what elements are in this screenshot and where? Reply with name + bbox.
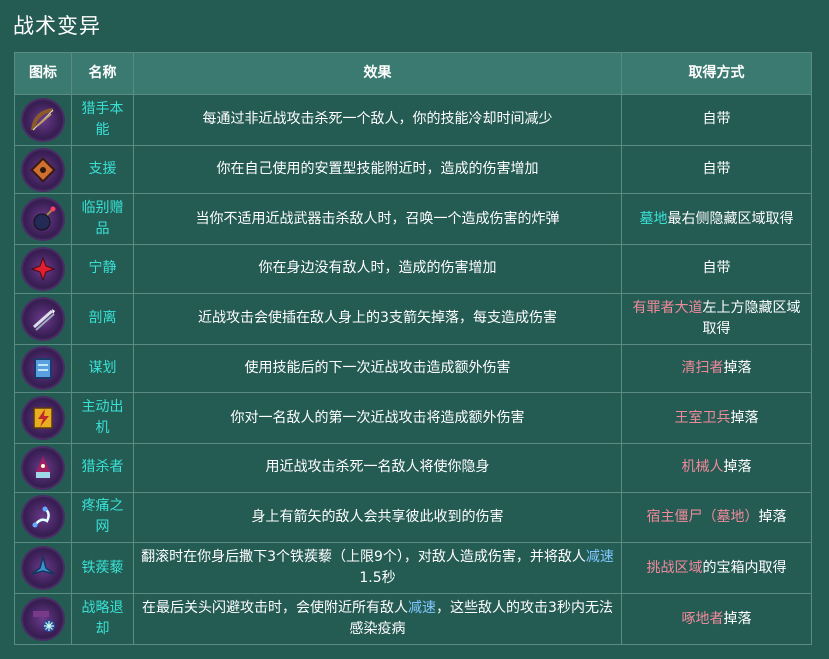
- mutation-effect: 每通过非近战攻击杀死一个敌人，你的技能冷却时间减少: [133, 94, 622, 146]
- mutation-source: 自带: [621, 144, 812, 195]
- table-row: 主动出机 你对一名敌人的第一次近战攻击将造成额外伤害 王室卫兵掉落: [14, 392, 812, 444]
- table-row: 宁静 你在身边没有敌人时，造成的伤害增加 自带: [14, 244, 812, 294]
- source-text: 的宝箱内取得: [702, 559, 787, 576]
- mutation-name[interactable]: 支援: [71, 144, 134, 195]
- table-row: 支援 你在自己使用的安置型技能附近时，造成的伤害增加 自带: [14, 144, 812, 195]
- mutation-name[interactable]: 临别赠品: [71, 193, 134, 246]
- table-header-row: 图标 名称 效果 取得方式: [14, 52, 812, 95]
- mutation-source: 自带: [621, 94, 812, 146]
- mutation-source: 有罪者大道左上方隐藏区域取得: [621, 292, 812, 345]
- source-text: 最右侧隐藏区域取得: [667, 210, 794, 227]
- icon-cell: [14, 244, 72, 294]
- mutation-name[interactable]: 谋划: [71, 343, 134, 394]
- keyword-link[interactable]: 减速: [586, 549, 614, 565]
- mutation-effect: 当你不适用近战武器击杀敌人时，召唤一个造成伤害的炸弹: [133, 193, 622, 246]
- icon-cell: [14, 193, 72, 246]
- mutation-effect: 你在自己使用的安置型技能附近时，造成的伤害增加: [133, 144, 622, 195]
- mutation-source: 墓地最右侧隐藏区域取得: [621, 193, 812, 246]
- mutation-name[interactable]: 剖离: [71, 292, 134, 345]
- header-effect: 效果: [133, 52, 622, 95]
- icon-cell: [14, 343, 72, 394]
- table-row: 临别赠品 当你不适用近战武器击杀敌人时，召唤一个造成伤害的炸弹 墓地最右侧隐藏区域取…: [14, 193, 812, 246]
- mutation-name[interactable]: 猎杀者: [71, 442, 134, 493]
- mutation-name[interactable]: 疼痛之网: [71, 491, 134, 544]
- mutation-source: 啄地者掉落: [621, 593, 812, 645]
- source-link[interactable]: 墓地: [640, 211, 668, 227]
- stalker-icon: [23, 447, 63, 488]
- source-text: 掉落: [723, 610, 752, 627]
- support-icon: [23, 149, 63, 190]
- table-row: 战略退却 在最后关头闪避攻击时，会使附近所有敌人减速，这些敌人的攻击3秒内无法感染…: [14, 593, 812, 645]
- page-title: 战术变异: [13, 14, 101, 38]
- table-row: 铁蒺藜 翻滚时在你身后撒下3个铁蒺藜（上限9个），对敌人造成伤害，并将敌人减速 1.…: [14, 542, 812, 595]
- mutation-name[interactable]: 宁静: [71, 244, 134, 294]
- keyword-link[interactable]: 减速: [408, 600, 436, 616]
- mutation-source: 清扫者掉落: [621, 343, 812, 394]
- mutation-effect: 你在身边没有敌人时，造成的伤害增加: [133, 244, 622, 294]
- source-link[interactable]: 挑战区域: [647, 560, 703, 576]
- mutation-source: 挑战区域的宝箱内取得: [621, 542, 812, 595]
- arrows-icon: [23, 298, 63, 339]
- mutation-effect: 近战攻击会使插在敌人身上的3支箭矢掉落，每支造成伤害: [133, 292, 622, 345]
- mutation-name[interactable]: 铁蒺藜: [71, 542, 134, 595]
- icon-cell: [14, 442, 72, 493]
- icon-cell: [14, 94, 72, 146]
- mutation-effect: 身上有箭矢的敌人会共享彼此收到的伤害: [133, 491, 622, 544]
- header-name: 名称: [71, 52, 134, 95]
- source-text: 自带: [702, 111, 731, 128]
- mutation-effect: 用近战攻击杀死一名敌人将使你隐身: [133, 442, 622, 493]
- mutation-effect: 使用技能后的下一次近战攻击造成额外伤害: [133, 343, 622, 394]
- table-row: 猎杀者 用近战攻击杀死一名敌人将使你隐身 机械人掉落: [14, 442, 812, 493]
- mutation-source: 自带: [621, 244, 812, 294]
- mutation-source: 宿主僵尸（墓地）掉落: [621, 491, 812, 544]
- table-row: 谋划 使用技能后的下一次近战攻击造成额外伤害 清扫者掉落: [14, 343, 812, 394]
- icon-cell: [14, 144, 72, 195]
- source-link[interactable]: 机械人: [682, 459, 724, 475]
- effect-text: 1.5秒: [359, 570, 396, 587]
- retreat-icon: [23, 599, 63, 640]
- lightning-icon: [23, 398, 63, 439]
- icon-cell: [14, 292, 72, 345]
- source-text: 掉落: [723, 459, 752, 476]
- source-text: 掉落: [730, 409, 759, 426]
- source-text: 掉落: [758, 508, 787, 525]
- source-text: 掉落: [723, 359, 752, 376]
- header-icon: 图标: [14, 52, 72, 95]
- mutation-effect: 在最后关头闪避攻击时，会使附近所有敌人减速，这些敌人的攻击3秒内无法感染疫病: [133, 593, 622, 645]
- header-source: 取得方式: [621, 52, 812, 95]
- mutation-name[interactable]: 猎手本能: [71, 94, 134, 146]
- icon-cell: [14, 491, 72, 544]
- mutation-name[interactable]: 主动出机: [71, 392, 134, 444]
- source-text: 左上方隐藏区域取得: [702, 299, 801, 337]
- source-text: 自带: [702, 260, 731, 277]
- bomb-icon: [23, 199, 63, 240]
- web-icon: [23, 497, 63, 538]
- source-link[interactable]: 有罪者大道: [633, 300, 703, 316]
- serenity-icon: [23, 248, 63, 289]
- mutation-name[interactable]: 战略退却: [71, 593, 134, 645]
- icon-cell: [14, 392, 72, 444]
- source-text: 自带: [702, 161, 731, 178]
- source-link[interactable]: 清扫者: [682, 360, 724, 376]
- mutation-source: 王室卫兵掉落: [621, 392, 812, 444]
- scheme-icon: [23, 348, 63, 389]
- mutations-table: 图标 名称 效果 取得方式 猎手本能 每通过非近战攻击杀死一个敌人，你的技能冷却时…: [14, 52, 812, 645]
- icon-cell: [14, 593, 72, 645]
- mutation-effect: 翻滚时在你身后撒下3个铁蒺藜（上限9个），对敌人造成伤害，并将敌人减速 1.5秒: [133, 542, 622, 595]
- table-row: 剖离 近战攻击会使插在敌人身上的3支箭矢掉落，每支造成伤害 有罪者大道左上方隐藏区域…: [14, 292, 812, 345]
- bow-icon: [23, 99, 63, 140]
- mutation-effect: 你对一名敌人的第一次近战攻击将造成额外伤害: [133, 392, 622, 444]
- caltrops-icon: [23, 548, 63, 589]
- source-link[interactable]: 啄地者: [682, 611, 724, 627]
- source-link[interactable]: 王室卫兵: [675, 410, 731, 426]
- source-link[interactable]: 宿主僵尸（墓地）: [647, 509, 759, 525]
- mutation-source: 机械人掉落: [621, 442, 812, 493]
- effect-text: 翻滚时在你身后撒下3个铁蒺藜（上限9个），对敌人造成伤害，并将敌人: [141, 549, 586, 566]
- icon-cell: [14, 542, 72, 595]
- effect-text: 在最后关头闪避攻击时，会使附近所有敌人: [142, 600, 409, 617]
- table-row: 疼痛之网 身上有箭矢的敌人会共享彼此收到的伤害 宿主僵尸（墓地）掉落: [14, 491, 812, 544]
- table-row: 猎手本能 每通过非近战攻击杀死一个敌人，你的技能冷却时间减少 自带: [14, 94, 812, 146]
